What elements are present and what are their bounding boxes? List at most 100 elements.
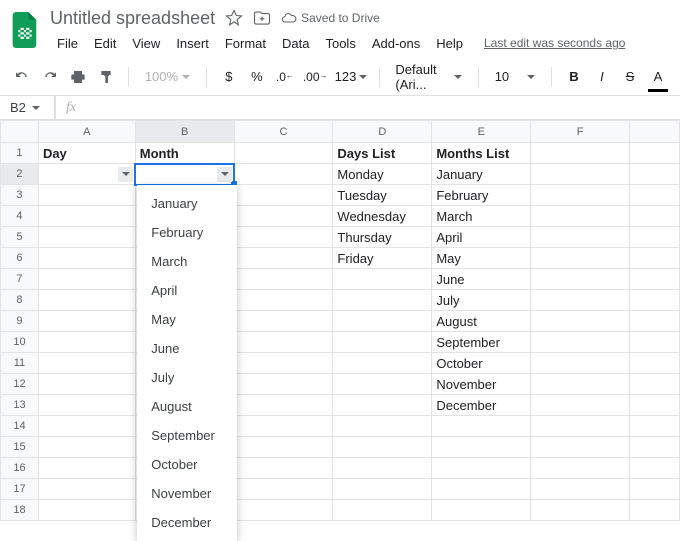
menu-view[interactable]: View <box>125 34 167 53</box>
row-header-11[interactable]: 11 <box>1 353 39 374</box>
cell-A18[interactable] <box>38 500 135 521</box>
cell-B1[interactable]: Month <box>135 143 234 164</box>
col-header-D[interactable]: D <box>333 121 432 143</box>
cell-F8[interactable] <box>531 290 630 311</box>
doc-title[interactable]: Untitled spreadsheet <box>50 8 215 29</box>
cell-D14[interactable] <box>333 416 432 437</box>
cell-F18[interactable] <box>531 500 630 521</box>
cell-E10[interactable]: September <box>432 332 531 353</box>
cell-extra-13[interactable] <box>630 395 680 416</box>
cell-E4[interactable]: March <box>432 206 531 227</box>
cell-A10[interactable] <box>38 332 135 353</box>
row-header-12[interactable]: 12 <box>1 374 39 395</box>
cell-E6[interactable]: May <box>432 248 531 269</box>
cell-D16[interactable] <box>333 458 432 479</box>
redo-button[interactable] <box>38 64 62 90</box>
cell-extra-9[interactable] <box>630 311 680 332</box>
text-color-button[interactable]: A <box>646 64 670 90</box>
cell-C2[interactable] <box>234 164 333 185</box>
cell-D2[interactable]: Monday <box>333 164 432 185</box>
cell-D9[interactable] <box>333 311 432 332</box>
cell-F15[interactable] <box>531 437 630 458</box>
cell-extra-17[interactable] <box>630 479 680 500</box>
cell-A5[interactable] <box>38 227 135 248</box>
row-header-16[interactable]: 16 <box>1 458 39 479</box>
strikethrough-button[interactable]: S <box>618 64 642 90</box>
menu-add-ons[interactable]: Add-ons <box>365 34 427 53</box>
dropdown-option[interactable]: March <box>137 247 237 276</box>
cell-extra-1[interactable] <box>630 143 680 164</box>
row-header-18[interactable]: 18 <box>1 500 39 521</box>
cell-F3[interactable] <box>531 185 630 206</box>
cell-D8[interactable] <box>333 290 432 311</box>
col-header-E[interactable]: E <box>432 121 531 143</box>
cell-E7[interactable]: June <box>432 269 531 290</box>
cell-A1[interactable]: Day <box>38 143 135 164</box>
cell-E1[interactable]: Months List <box>432 143 531 164</box>
menu-file[interactable]: File <box>50 34 85 53</box>
row-header-15[interactable]: 15 <box>1 437 39 458</box>
row-header-14[interactable]: 14 <box>1 416 39 437</box>
menu-insert[interactable]: Insert <box>169 34 216 53</box>
number-format-select[interactable]: 123 <box>333 64 368 90</box>
cell-F2[interactable] <box>531 164 630 185</box>
star-icon[interactable] <box>225 9 243 27</box>
menu-data[interactable]: Data <box>275 34 316 53</box>
row-header-9[interactable]: 9 <box>1 311 39 332</box>
dropdown-option[interactable]: August <box>137 392 237 421</box>
cell-A16[interactable] <box>38 458 135 479</box>
cell-C16[interactable] <box>234 458 333 479</box>
row-header-3[interactable]: 3 <box>1 185 39 206</box>
cell-E13[interactable]: December <box>432 395 531 416</box>
format-currency-button[interactable]: $ <box>217 64 241 90</box>
cell-C12[interactable] <box>234 374 333 395</box>
format-percent-button[interactable]: % <box>245 64 269 90</box>
cell-extra-8[interactable] <box>630 290 680 311</box>
cell-extra-4[interactable] <box>630 206 680 227</box>
name-box[interactable]: B2 <box>0 100 54 115</box>
cell-D7[interactable] <box>333 269 432 290</box>
cell-E2[interactable]: January <box>432 164 531 185</box>
cell-C10[interactable] <box>234 332 333 353</box>
cell-F1[interactable] <box>531 143 630 164</box>
row-header-10[interactable]: 10 <box>1 332 39 353</box>
cell-D1[interactable]: Days List <box>333 143 432 164</box>
cell-D12[interactable] <box>333 374 432 395</box>
cell-A4[interactable] <box>38 206 135 227</box>
cell-extra-7[interactable] <box>630 269 680 290</box>
cell-E14[interactable] <box>432 416 531 437</box>
zoom-select[interactable]: 100% <box>139 69 196 84</box>
cell-D18[interactable] <box>333 500 432 521</box>
dropdown-option[interactable]: July <box>137 363 237 392</box>
cell-D15[interactable] <box>333 437 432 458</box>
cell-D13[interactable] <box>333 395 432 416</box>
row-header-4[interactable]: 4 <box>1 206 39 227</box>
last-edit-link[interactable]: Last edit was seconds ago <box>484 36 625 50</box>
cell-A8[interactable] <box>38 290 135 311</box>
cell-extra-10[interactable] <box>630 332 680 353</box>
cell-C15[interactable] <box>234 437 333 458</box>
row-header-6[interactable]: 6 <box>1 248 39 269</box>
cell-F5[interactable] <box>531 227 630 248</box>
cell-D3[interactable]: Tuesday <box>333 185 432 206</box>
sheets-logo-icon[interactable] <box>8 8 42 52</box>
cell-F7[interactable] <box>531 269 630 290</box>
row-header-8[interactable]: 8 <box>1 290 39 311</box>
cell-D6[interactable]: Friday <box>333 248 432 269</box>
cell-C11[interactable] <box>234 353 333 374</box>
cell-C6[interactable] <box>234 248 333 269</box>
increase-decimal-button[interactable]: .00→ <box>301 64 330 90</box>
cell-extra-18[interactable] <box>630 500 680 521</box>
dropdown-option[interactable]: May <box>137 305 237 334</box>
cell-E18[interactable] <box>432 500 531 521</box>
cell-E5[interactable]: April <box>432 227 531 248</box>
cell-A6[interactable] <box>38 248 135 269</box>
cell-F9[interactable] <box>531 311 630 332</box>
cell-extra-6[interactable] <box>630 248 680 269</box>
cell-C3[interactable] <box>234 185 333 206</box>
cell-E15[interactable] <box>432 437 531 458</box>
formula-bar[interactable]: fx <box>55 96 86 119</box>
row-header-7[interactable]: 7 <box>1 269 39 290</box>
row-header-17[interactable]: 17 <box>1 479 39 500</box>
cell-A17[interactable] <box>38 479 135 500</box>
